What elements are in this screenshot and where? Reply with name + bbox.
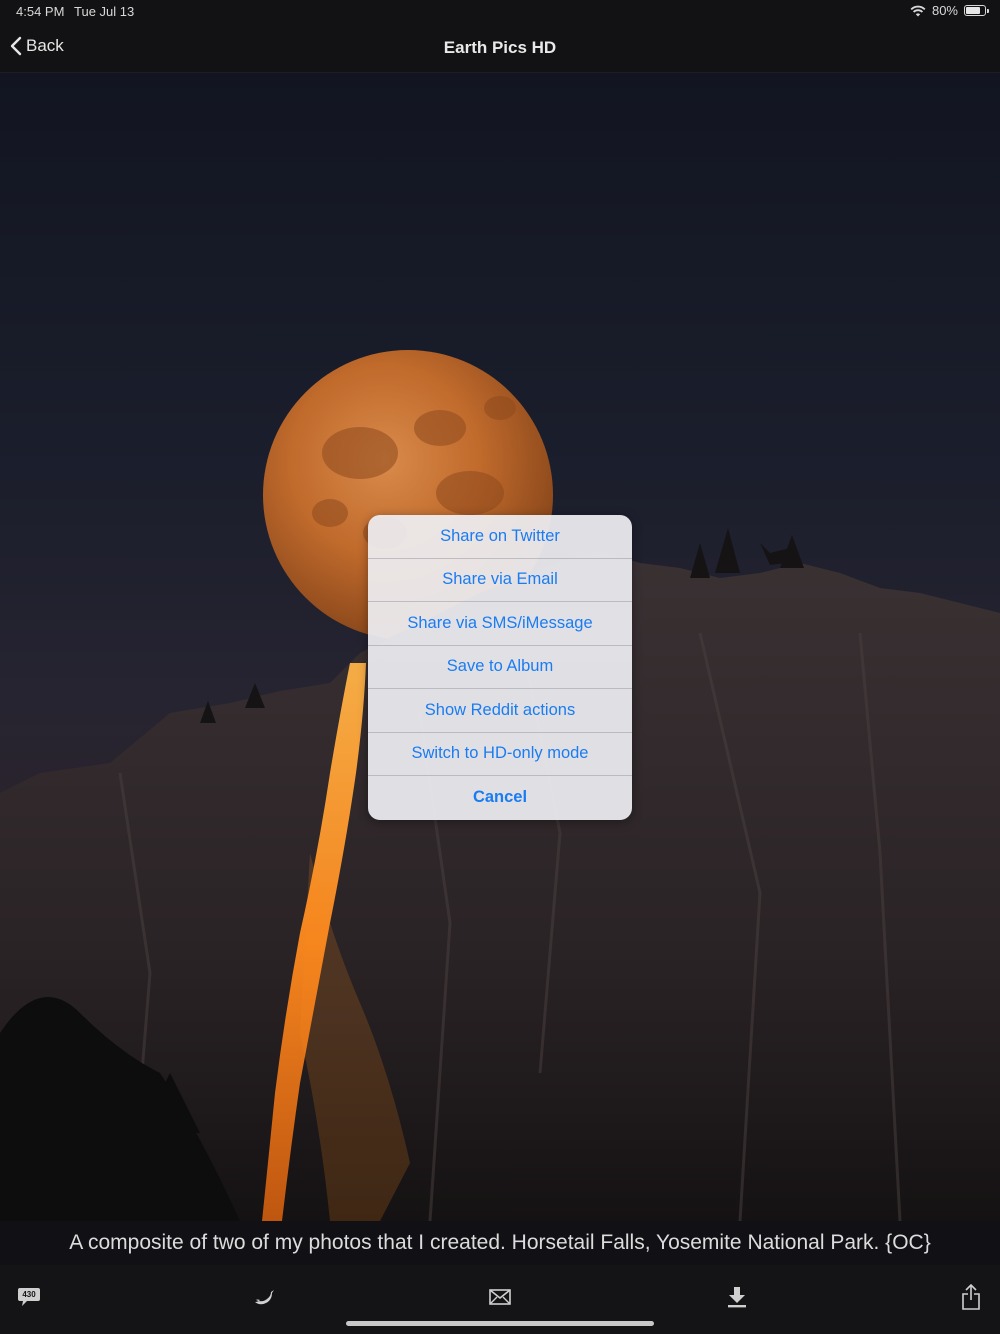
photo-caption: A composite of two of my photos that I c…: [0, 1221, 1000, 1265]
screen: 4:54 PM Tue Jul 13 80% Back Earth Pics H…: [0, 0, 1000, 1334]
cancel-button[interactable]: Cancel: [368, 776, 632, 820]
reddit-actions-option[interactable]: Show Reddit actions: [368, 689, 632, 733]
download-icon: [728, 1287, 746, 1308]
home-indicator: [346, 1321, 654, 1326]
comments-icon: 430: [18, 1288, 40, 1306]
status-time: 4:54 PM: [16, 4, 65, 19]
hd-mode-option[interactable]: Switch to HD-only mode: [368, 733, 632, 776]
twitter-icon: [255, 1290, 274, 1305]
battery-icon: [964, 5, 989, 16]
mail-icon: [489, 1289, 511, 1305]
wifi-icon: [910, 5, 926, 16]
status-date: Tue Jul 13: [74, 4, 135, 19]
status-right: 80%: [910, 3, 989, 18]
comments-button[interactable]: 430: [9, 1277, 49, 1317]
share-icon: [962, 1284, 980, 1310]
save-album-option[interactable]: Save to Album: [368, 646, 632, 689]
nav-bar: Back Earth Pics HD: [0, 24, 1000, 73]
share-twitter-option[interactable]: Share on Twitter: [368, 515, 632, 559]
mail-button[interactable]: [480, 1277, 520, 1317]
share-sms-option[interactable]: Share via SMS/iMessage: [368, 602, 632, 646]
share-button[interactable]: [951, 1277, 991, 1317]
page-title: Earth Pics HD: [443, 38, 557, 57]
comments-count: 430: [22, 1290, 36, 1299]
battery-percent: 80%: [931, 3, 958, 18]
twitter-button[interactable]: [245, 1277, 285, 1317]
share-email-option[interactable]: Share via Email: [368, 559, 632, 602]
download-button[interactable]: [717, 1277, 757, 1317]
battery-level: [966, 7, 980, 14]
action-sheet: Share on Twitter Share via Email Share v…: [368, 515, 632, 820]
status-bar: 4:54 PM Tue Jul 13 80%: [0, 0, 1000, 24]
